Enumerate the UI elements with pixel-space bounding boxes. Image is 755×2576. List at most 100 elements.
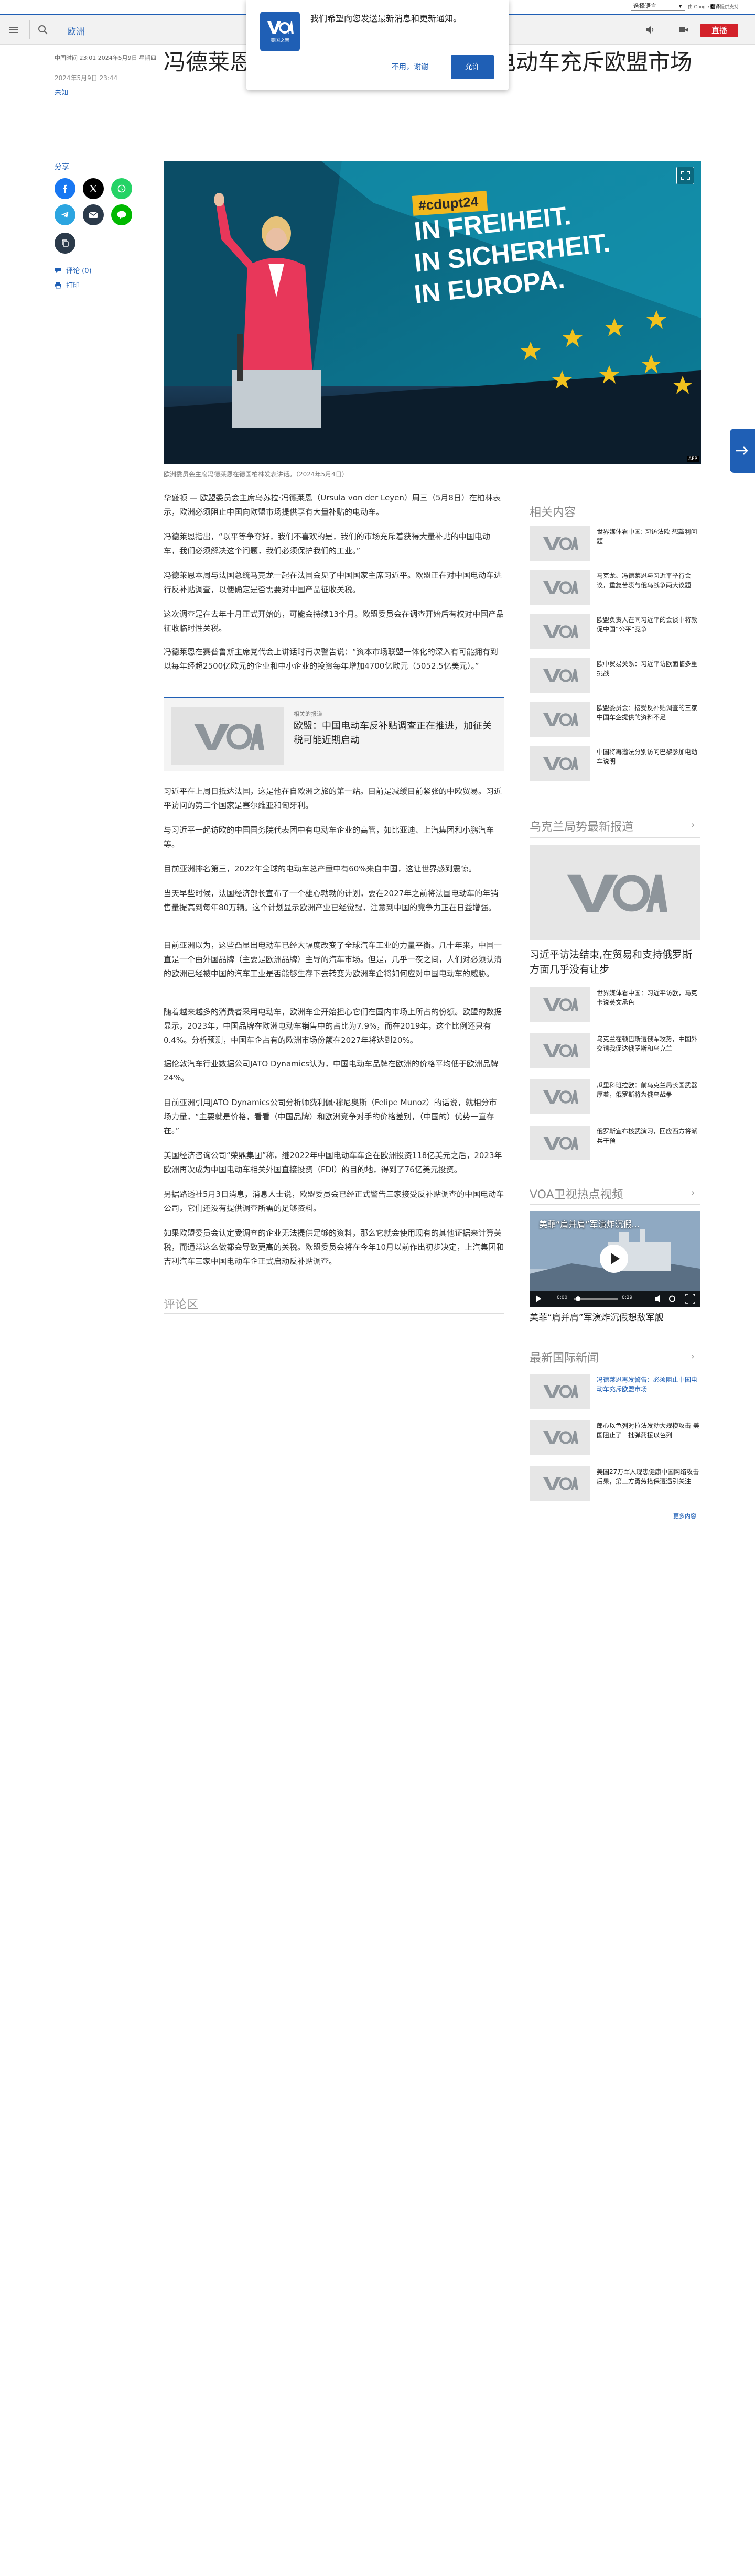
- sidebar-intl-title[interactable]: 最新国际新闻: [530, 1349, 599, 1366]
- intl-item-title[interactable]: 冯德莱恩再发警告：必须阻止中国电动车充斥欧盟市场: [597, 1375, 699, 1394]
- ukraine-item-title[interactable]: 俄罗斯宣布核武演习，回应西方将派兵干预: [597, 1127, 699, 1145]
- notification-prompt: 美国之音 我们希望向您发送最新消息和更新通知。 不用，谢谢 允许: [246, 0, 509, 90]
- ukraine-item-title[interactable]: 乌克兰在顿巴斯遭俄军攻势，中国外交请我促达俄罗斯和乌克兰: [597, 1034, 699, 1053]
- comments-section-title: 评论区: [164, 1298, 199, 1312]
- related-item-title[interactable]: 马克龙、冯德莱恩与习近平举行会议，重复苦衷与俄乌战争两大议题: [597, 571, 699, 590]
- intl-item[interactable]: 郎心以色列对拉法发动大规模攻击 美国阻止了一批弹药援以色列: [530, 1420, 700, 1457]
- paragraph: 目前亚洲以为，这些凸显出电动车已经大幅度改变了全球汽车工业的力量平衡。几十年来，…: [164, 941, 502, 978]
- intl-item-title[interactable]: 美国27万军人现患健康中国网络攻击后果，第三方勇劳搭保遭遇引关注: [597, 1467, 699, 1486]
- paragraph: 另据路透社5月3日消息，消息人士说，欧盟委员会已经正式警告三家接受反补贴调查的中…: [164, 1189, 504, 1213]
- voa-logo: [530, 1033, 590, 1068]
- related-story-card[interactable]: 相关的报道 欧盟：中国电动车反补贴调查正在推进，加征关税可能近期启动: [164, 697, 504, 771]
- x-share-button[interactable]: [83, 178, 104, 199]
- printer-icon: [55, 281, 61, 288]
- copy-link-button[interactable]: [55, 233, 76, 254]
- arrow-right-icon: [736, 446, 748, 455]
- paragraph: 据伦敦汽车行业数据公司JATO Dynamics认为，中国电动车品牌在欧洲的价格…: [164, 1059, 498, 1083]
- ukraine-item-title[interactable]: 瓜里科班拉欧：前乌克兰局长国武器厚着，俄罗斯将为俄乌战争: [597, 1080, 699, 1099]
- play-icon[interactable]: [600, 1245, 628, 1273]
- fullscreen-video-icon[interactable]: [685, 1294, 695, 1304]
- header-divider: [29, 20, 30, 39]
- fullscreen-icon[interactable]: [676, 167, 694, 184]
- related-item[interactable]: 欧盟负责人在同习近平的会谈中将敦促中国“公平”竞争: [530, 614, 700, 651]
- voa-logo: [530, 570, 590, 605]
- whatsapp-share-button[interactable]: [111, 178, 132, 199]
- x-icon: [90, 185, 96, 192]
- chevron-right-icon[interactable]: ›: [691, 1187, 695, 1198]
- ukraine-lead-title[interactable]: 习近平访法结束,在贸易和支持俄罗斯方面几乎没有让步: [530, 947, 700, 977]
- paragraph: 美国经济咨询公司“荣鼎集团”称，继2022年中国电动车车企在欧洲投资118亿美元…: [164, 1151, 502, 1174]
- related-item-title[interactable]: 欧盟负责人在同习近平的会谈中将敦促中国“公平”竞争: [597, 615, 699, 634]
- voa-logo: [530, 1079, 590, 1114]
- intl-item[interactable]: 美国27万军人现患健康中国网络攻击后果，第三方勇劳搭保遭遇引关注: [530, 1466, 700, 1503]
- video-camera-icon[interactable]: [677, 24, 690, 36]
- video-duration: 0:29: [622, 1295, 633, 1301]
- line-share-button[interactable]: [111, 204, 132, 225]
- author-link[interactable]: 未知: [55, 87, 68, 97]
- voa-logo: [567, 874, 667, 912]
- related-item-title[interactable]: 欧中贸易关系：习近平访欧面临多重挑战: [597, 659, 699, 678]
- related-item-title[interactable]: 中国将再邀法分别访问巴黎参加电动车说明: [597, 747, 699, 766]
- telegram-share-button[interactable]: [55, 204, 76, 225]
- side-feedback-tab[interactable]: [730, 429, 755, 473]
- more-news-link[interactable]: 更多内容: [673, 1512, 696, 1520]
- video-current-time: 0:00: [557, 1295, 568, 1301]
- language-select-label: 选择语言: [633, 3, 656, 9]
- ukraine-item[interactable]: 世界媒体看中国：习近平访欧，马克卡说英文承色: [530, 987, 700, 1024]
- ukraine-item[interactable]: 俄罗斯宣布核武演习，回应西方将派兵干预: [530, 1126, 700, 1162]
- audio-icon[interactable]: [644, 24, 656, 36]
- intl-item[interactable]: 冯德莱恩再发警告：必须阻止中国电动车充斥欧盟市场: [530, 1374, 700, 1411]
- telegram-icon: [61, 212, 69, 218]
- related-item-title[interactable]: 世界媒体看中国: 习访法欧 想敲利问题: [597, 527, 699, 546]
- email-share-button[interactable]: [83, 204, 104, 225]
- settings-icon[interactable]: [669, 1295, 675, 1302]
- sidebar-divider: [530, 837, 700, 838]
- comment-icon: [55, 267, 61, 273]
- notification-message: 我们希望向您发送最新消息和更新通知。: [310, 14, 462, 24]
- ukraine-item-title[interactable]: 世界媒体看中国：习近平访欧，马克卡说英文承色: [597, 988, 699, 1007]
- sidebar-video-title[interactable]: VOA卫视热点视频: [530, 1185, 623, 1202]
- voa-logo: [171, 707, 284, 765]
- print-link-label: 打印: [66, 282, 80, 290]
- paragraph: 目前亚洲排名第三，2022年全球的电动车总产量中有60%来自中国，这让世界感到震…: [164, 864, 477, 874]
- chevron-right-icon[interactable]: ›: [691, 820, 695, 831]
- related-item[interactable]: 马克龙、冯德莱恩与习近平举行会议，重复苦衷与俄乌战争两大议题: [530, 570, 700, 607]
- facebook-share-button[interactable]: [55, 178, 76, 199]
- language-select[interactable]: 选择语言 ▼: [631, 2, 685, 11]
- play-small-icon[interactable]: [536, 1295, 541, 1302]
- ukraine-lead-image[interactable]: [530, 845, 700, 940]
- print-link[interactable]: 打印: [55, 280, 80, 290]
- decline-button[interactable]: 不用，谢谢: [384, 57, 436, 78]
- credit-translate[interactable]: 翻译: [710, 4, 720, 9]
- voa-logo: [530, 526, 590, 561]
- paragraph: 冯德莱恩在赛普鲁斯主席党代会上讲话时再次警告说：“资本市场联盟一体化的深入有可能…: [164, 647, 498, 671]
- chevron-right-icon[interactable]: ›: [691, 1351, 695, 1362]
- related-item[interactable]: 世界媒体看中国: 习访法欧 想敲利问题: [530, 526, 700, 563]
- ukraine-item[interactable]: 瓜里科班拉欧：前乌克兰局长国武器厚着，俄罗斯将为俄乌战争: [530, 1079, 700, 1116]
- whatsapp-icon: [117, 184, 126, 193]
- video-caption[interactable]: 美菲“肩并肩”军演炸沉假想敌军舰: [530, 1310, 700, 1323]
- live-button[interactable]: 直播: [700, 24, 738, 37]
- sidebar-ukraine-title[interactable]: 乌克兰局势最新报道: [530, 817, 633, 834]
- volume-icon[interactable]: [655, 1295, 660, 1303]
- voa-logo: [530, 1374, 590, 1409]
- translate-credit: 由 Google 翻译提供支持: [688, 3, 739, 10]
- comments-link[interactable]: 评论 (0): [55, 265, 92, 275]
- ukraine-item[interactable]: 乌克兰在顿巴斯遭俄军攻势，中国外交请我促达俄罗斯和乌克兰: [530, 1033, 700, 1070]
- voa-logo: 美国之音: [260, 12, 300, 51]
- paragraph: 当天早些时候，法国经济部长宣布了一个雄心勃勃的计划，要在2027年之前将法国电动…: [164, 889, 499, 912]
- related-item[interactable]: 欧盟委员会：接受反补贴调查的三家中国车企提供的资料不足: [530, 702, 700, 739]
- video-player[interactable]: 美菲“肩并肩”军演炸沉假... 0:00 0:29: [530, 1211, 700, 1307]
- search-icon[interactable]: [37, 24, 49, 36]
- dateline: 中国时间 23:01 2024年5月9日 星期四: [55, 54, 157, 61]
- allow-button[interactable]: 允许: [451, 55, 494, 79]
- section-link-europe[interactable]: 欧洲: [67, 24, 85, 37]
- comments-link-label: 评论 (0): [66, 267, 92, 275]
- menu-icon[interactable]: [7, 24, 20, 36]
- related-item[interactable]: 中国将再邀法分别访问巴黎参加电动车说明: [530, 746, 700, 783]
- video-scrubber[interactable]: [576, 1296, 580, 1301]
- related-item-title[interactable]: 欧盟委员会：接受反补贴调查的三家中国车企提供的资料不足: [597, 703, 699, 722]
- intl-item-title[interactable]: 郎心以色列对拉法发动大规模攻击 美国阻止了一批弹药援以色列: [597, 1421, 699, 1440]
- related-title[interactable]: 欧盟：中国电动车反补贴调查正在推进，加征关税可能近期启动: [294, 719, 493, 747]
- related-item[interactable]: 欧中贸易关系：习近平访欧面临多重挑战: [530, 658, 700, 695]
